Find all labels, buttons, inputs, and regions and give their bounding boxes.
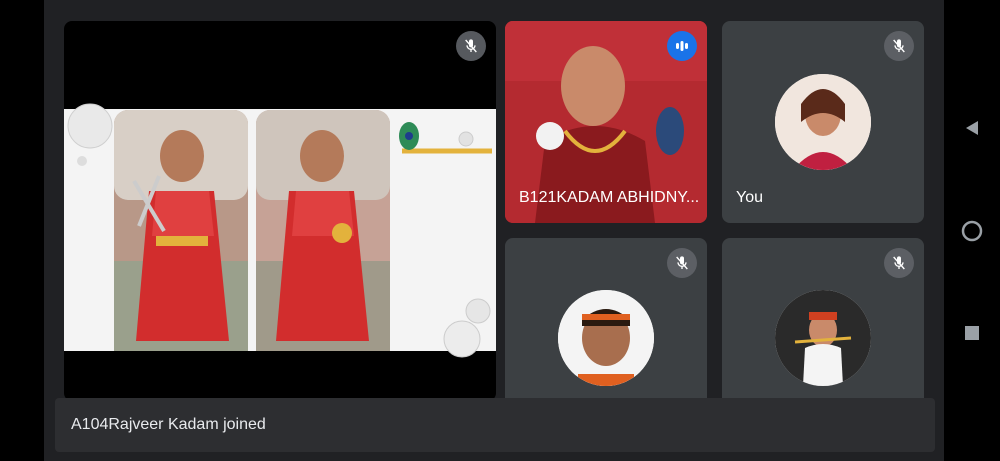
mic-off-icon (893, 256, 905, 270)
self-tile-mute (884, 31, 914, 61)
speaker-name: B121KADAM ABHIDNY... (519, 189, 700, 206)
meeting-stage: B121KADAM ABHIDNY... You A104Rajveer Kad… (44, 0, 944, 461)
home-icon (961, 220, 983, 242)
shared-photo (64, 103, 496, 358)
recents-button[interactable] (944, 318, 1000, 348)
participant-tile-3[interactable] (505, 238, 707, 408)
mic-off-icon (465, 39, 477, 53)
participant-3-avatar (558, 290, 654, 386)
home-button[interactable] (944, 216, 1000, 246)
self-avatar (775, 74, 871, 170)
tile-3-mute (667, 248, 697, 278)
left-edge (0, 0, 44, 461)
participant-4-avatar (775, 290, 871, 386)
tile-4-mute (884, 248, 914, 278)
mic-off-icon (676, 256, 688, 270)
back-icon (966, 121, 978, 135)
back-button[interactable] (944, 113, 1000, 143)
self-name: You (736, 189, 763, 206)
speaking-indicator-icon (676, 41, 688, 51)
main-tile-mute (456, 31, 486, 61)
mic-off-icon (893, 39, 905, 53)
system-nav-bar (944, 0, 1000, 461)
self-video-tile[interactable]: You (722, 21, 924, 223)
main-video-tile[interactable] (64, 21, 496, 401)
participant-tile-4[interactable] (722, 238, 924, 408)
speaker-video-tile[interactable]: B121KADAM ABHIDNY... (505, 21, 707, 223)
speaking-indicator (667, 31, 697, 61)
join-notification-text: A104Rajveer Kadam joined (71, 416, 266, 433)
join-notification: A104Rajveer Kadam joined (55, 398, 935, 452)
recents-icon (965, 326, 979, 340)
